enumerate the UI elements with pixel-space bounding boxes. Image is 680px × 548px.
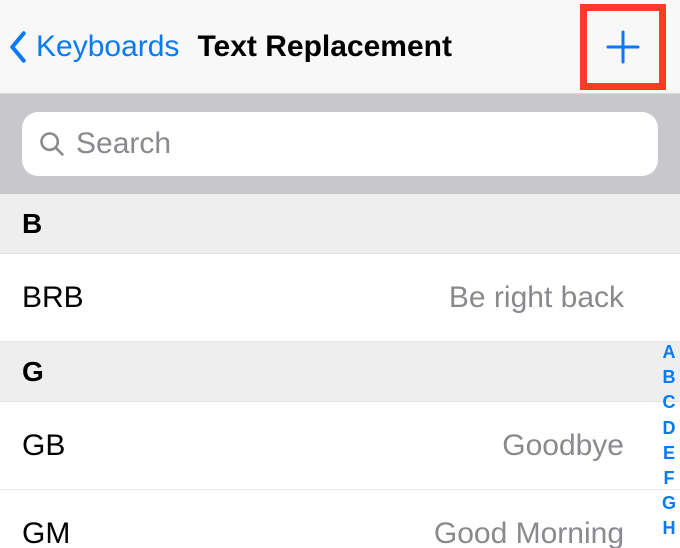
- index-letter[interactable]: D: [662, 416, 675, 441]
- replacement-list: B BRB Be right back G GB Goodbye GM Good…: [0, 194, 680, 548]
- list-item[interactable]: GM Good Morning: [0, 490, 680, 548]
- list-item[interactable]: BRB Be right back: [0, 254, 680, 342]
- shortcut-text: GB: [22, 429, 65, 463]
- index-letter[interactable]: B: [662, 365, 675, 390]
- phrase-text: Goodbye: [502, 429, 624, 463]
- chevron-left-icon: [10, 27, 32, 67]
- shortcut-text: GM: [22, 517, 70, 548]
- section-letter: G: [22, 356, 44, 388]
- index-letter[interactable]: G: [662, 491, 676, 516]
- navigation-bar: Keyboards Text Replacement: [0, 0, 680, 94]
- phrase-text: Be right back: [449, 281, 624, 315]
- index-letter[interactable]: C: [662, 390, 675, 415]
- search-icon: [38, 130, 66, 158]
- phrase-text: Good Morning: [434, 517, 624, 548]
- index-strip[interactable]: A B C D E F G H: [662, 340, 676, 542]
- list-item[interactable]: GB Goodbye: [0, 402, 680, 490]
- index-letter[interactable]: A: [662, 340, 675, 365]
- index-letter[interactable]: H: [662, 516, 675, 541]
- section-header: B: [0, 194, 680, 254]
- index-letter[interactable]: F: [663, 466, 674, 491]
- section-header: G: [0, 342, 680, 402]
- search-field[interactable]: [22, 112, 658, 176]
- search-area: [0, 94, 680, 194]
- index-letter[interactable]: E: [663, 441, 675, 466]
- search-input[interactable]: [76, 127, 642, 161]
- add-button-highlight: [580, 4, 666, 90]
- shortcut-text: BRB: [22, 281, 84, 315]
- add-button[interactable]: [587, 11, 659, 83]
- back-button[interactable]: Keyboards: [10, 27, 179, 67]
- section-letter: B: [22, 208, 42, 240]
- plus-icon: [603, 27, 643, 67]
- back-label: Keyboards: [36, 30, 179, 64]
- page-title: Text Replacement: [197, 30, 452, 64]
